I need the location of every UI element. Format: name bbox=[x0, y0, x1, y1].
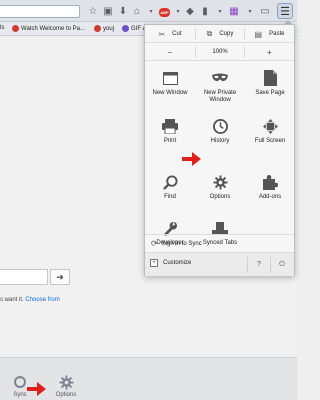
choose-from-link[interactable]: Choose from bbox=[25, 297, 59, 303]
adblock-label: ABP bbox=[160, 10, 169, 15]
customize-icon: + bbox=[150, 259, 158, 267]
add-ons-label: Add-ons bbox=[258, 194, 282, 200]
dropdown-icon-2[interactable]: ▾ bbox=[172, 5, 184, 17]
menu-button[interactable]: ☰ bbox=[277, 3, 293, 19]
divider bbox=[247, 257, 248, 273]
puzzle-icon bbox=[262, 174, 278, 190]
plus-icon: + bbox=[267, 47, 272, 57]
options-menu-label: Options bbox=[209, 194, 231, 200]
full-screen-label: Full Screen bbox=[254, 138, 286, 144]
sync-label: Sync bbox=[13, 392, 27, 398]
clipboard-icon: ▤ bbox=[254, 29, 263, 39]
dropdown-icon[interactable]: ▾ bbox=[145, 5, 157, 17]
video-icon bbox=[12, 25, 19, 32]
copy-icon: ⧉ bbox=[206, 29, 213, 38]
more-icon[interactable]: ▾ bbox=[214, 5, 226, 17]
zoom-reset-button[interactable]: 100% bbox=[196, 43, 244, 61]
cut-button[interactable]: ✂ Cut bbox=[145, 25, 195, 43]
save-page-button[interactable]: Save Page bbox=[245, 67, 295, 113]
zoom-controls: − 100% + bbox=[145, 43, 294, 61]
lock-icon[interactable]: ▭ bbox=[259, 5, 271, 17]
pocket-icon[interactable]: ◆ bbox=[184, 5, 196, 17]
copy-label: Copy bbox=[219, 31, 234, 37]
options-menu-button[interactable]: Options bbox=[195, 171, 245, 217]
reader-icon[interactable]: ▣ bbox=[102, 5, 114, 17]
download-icon[interactable]: ⬇ bbox=[117, 5, 129, 17]
save-page-label: Save Page bbox=[255, 90, 285, 96]
divider bbox=[270, 257, 271, 273]
bookmark-item[interactable]: GIF a bbox=[122, 25, 146, 32]
zoom-out-button[interactable]: − bbox=[145, 43, 195, 61]
bookmark-label: ls bbox=[0, 25, 5, 31]
edit-controls: ✂ Cut ⧉ Copy ▤ Paste bbox=[145, 25, 294, 43]
customize-label: Customize bbox=[163, 260, 192, 266]
sign-in-to-sync-row[interactable]: ⟳ Sign in to Sync bbox=[145, 234, 294, 252]
find-button[interactable]: Find bbox=[145, 171, 195, 217]
new-window-label: New Window bbox=[152, 90, 188, 96]
find-label: Find bbox=[164, 194, 176, 200]
new-private-window-label: New Private Window bbox=[203, 90, 237, 103]
url-bar[interactable] bbox=[0, 5, 80, 18]
new-private-window-button[interactable]: New Private Window bbox=[195, 67, 245, 113]
customize-button[interactable]: + Customize bbox=[150, 259, 191, 267]
gear-icon bbox=[212, 174, 228, 190]
save-page-icon bbox=[262, 70, 278, 86]
paste-button[interactable]: ▤ Paste bbox=[245, 25, 294, 43]
minus-icon: − bbox=[167, 47, 173, 57]
sync-icon: ⟳ bbox=[151, 239, 158, 248]
gif-icon bbox=[122, 25, 129, 32]
zoom-level: 100% bbox=[212, 49, 228, 55]
new-window-button[interactable]: New Window bbox=[145, 67, 195, 113]
hint-text-body: s want it. bbox=[0, 297, 24, 303]
full-screen-button[interactable]: Full Screen bbox=[245, 115, 295, 161]
copy-button[interactable]: ⧉ Copy bbox=[196, 25, 244, 43]
scissors-icon: ✂ bbox=[158, 29, 166, 39]
bookmark-label: Watch Welcome to Pa... bbox=[21, 25, 86, 32]
power-icon: ⏻ bbox=[279, 260, 285, 268]
quit-button[interactable]: ⏻ bbox=[275, 258, 289, 271]
window-icon bbox=[162, 70, 178, 86]
magnifier-icon bbox=[162, 174, 178, 190]
help-icon: ? bbox=[257, 261, 261, 268]
dropdown-icon-3[interactable]: ▾ bbox=[244, 5, 256, 17]
print-label: Print bbox=[163, 138, 177, 144]
help-button[interactable]: ? bbox=[252, 258, 266, 271]
extension-icon[interactable]: ▦ bbox=[228, 5, 240, 17]
printer-icon bbox=[162, 118, 178, 134]
annotation-arrow-icon bbox=[27, 382, 46, 396]
history-label: History bbox=[210, 138, 230, 144]
history-button[interactable]: History bbox=[195, 115, 245, 161]
app-menu-panel: ✂ Cut ⧉ Copy ▤ Paste − 100% + New Window… bbox=[144, 24, 295, 276]
hint-text: s want it. Choose from bbox=[0, 297, 60, 303]
clipboard-icon[interactable]: ▮ bbox=[199, 5, 211, 17]
annotation-arrow-icon bbox=[182, 152, 201, 166]
bookmark-item[interactable]: Watch Welcome to Pa... bbox=[12, 25, 85, 32]
sign-in-label: Sign in to Sync bbox=[161, 240, 202, 247]
search-input[interactable] bbox=[0, 269, 48, 285]
gear-icon bbox=[58, 374, 74, 390]
paste-label: Paste bbox=[269, 31, 285, 37]
home-icon[interactable]: ⌂ bbox=[131, 5, 143, 17]
add-ons-button[interactable]: Add-ons bbox=[245, 171, 295, 217]
fullscreen-icon bbox=[262, 118, 278, 134]
zoom-in-button[interactable]: + bbox=[245, 43, 294, 61]
options-label: Options bbox=[55, 392, 77, 398]
cut-label: Cut bbox=[172, 31, 182, 37]
panel-footer: + Customize ? ⏻ bbox=[145, 252, 294, 276]
bookmark-label: youj bbox=[103, 25, 115, 32]
search-go-button[interactable]: ➔ bbox=[50, 269, 70, 285]
options-button[interactable]: Options bbox=[51, 374, 81, 398]
adblock-icon[interactable]: ABP bbox=[159, 8, 170, 17]
star-icon[interactable]: ☆ bbox=[87, 5, 99, 17]
bookmark-item[interactable]: ls bbox=[0, 25, 4, 31]
bookmark-item[interactable]: youj bbox=[94, 25, 114, 32]
browser-toolbar: ☆ ▣ ⬇ ⌂ ▾ ABP ▾ ◆ ▮ ▾ ▦ ▾ ▭ ☰ bbox=[0, 0, 297, 22]
clock-icon bbox=[212, 118, 228, 134]
arrow-right-icon: ➔ bbox=[56, 271, 64, 282]
mask-icon bbox=[212, 70, 228, 86]
site-icon bbox=[94, 25, 101, 32]
sync-icon bbox=[12, 374, 28, 390]
menu-icon: ☰ bbox=[280, 5, 290, 18]
